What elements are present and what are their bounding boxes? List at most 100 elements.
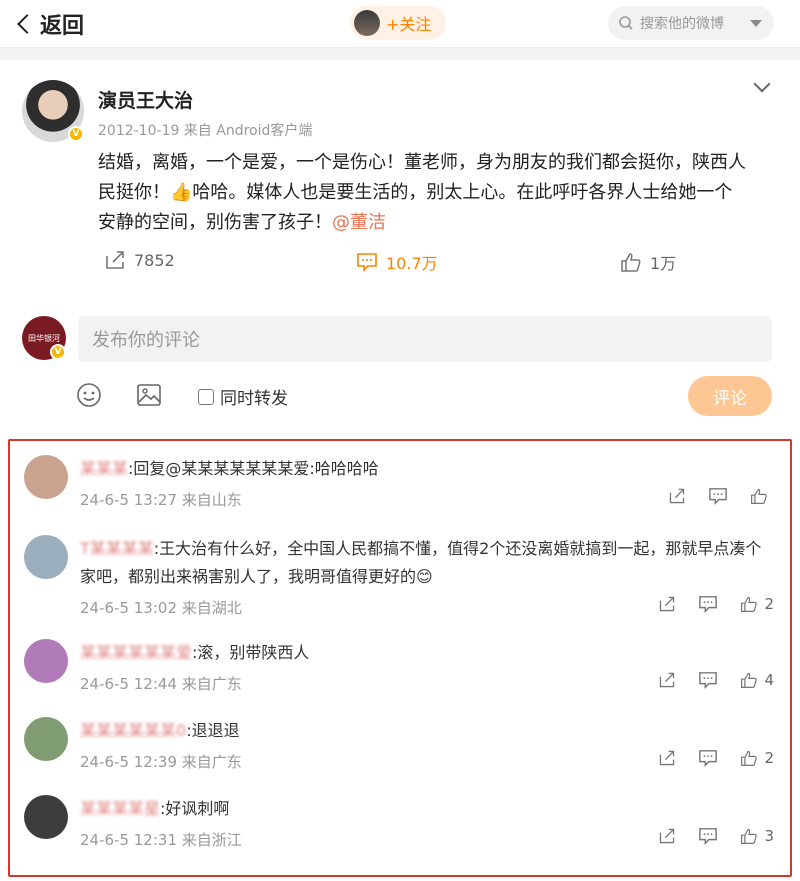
share-icon[interactable] <box>658 671 676 689</box>
back-label: 返回 <box>40 14 85 39</box>
follow-button[interactable]: +关注 <box>350 6 446 40</box>
comment-actions: 3 <box>658 827 774 845</box>
search-icon <box>619 16 633 30</box>
like-button[interactable]: 1万 <box>620 250 676 274</box>
comment-like-count: 4 <box>764 671 774 689</box>
repost-count: 7852 <box>134 250 175 270</box>
comment-input[interactable]: 发布你的评论 <box>78 316 772 362</box>
post-text: 结婚，离婚，一个是爱，一个是伤心！董老师，身为朋友的我们都会挺你，陕西人 民挺你… <box>98 148 778 238</box>
comment-icon[interactable] <box>698 749 718 767</box>
post-text-line: 安静的空间，别伤害了孩子！@董洁 <box>98 208 778 238</box>
follow-label: +关注 <box>386 15 432 34</box>
comment-text: 某某某某某某0:退退退 <box>80 717 780 745</box>
comment-text: 某某某某某某爱:滚，别带陕西人 <box>80 639 780 667</box>
search-input[interactable]: 搜索他的微博 <box>608 6 774 40</box>
share-icon[interactable] <box>658 749 676 767</box>
post-meta: 2012-10-19 来自 Android客户端 <box>98 123 313 139</box>
comment-icon <box>357 253 377 272</box>
comment-time: 24-6-5 12:31 来自浙江 <box>80 831 242 849</box>
thumbs-up-icon <box>621 253 641 272</box>
back-chevron-icon <box>17 14 37 34</box>
author-mini-avatar <box>354 10 380 36</box>
post-menu-chevron-icon[interactable] <box>753 75 771 93</box>
comment-like-button[interactable]: 2 <box>740 749 774 767</box>
commenter-avatar[interactable] <box>24 717 68 761</box>
comment-icon[interactable] <box>698 827 718 845</box>
comment-time: 24-6-5 12:44 来自广东 <box>80 675 242 693</box>
repost-label: 同时转发 <box>220 389 288 409</box>
comment-count: 10.7万 <box>386 254 438 273</box>
checkbox-icon[interactable] <box>198 388 214 405</box>
commenter-avatar[interactable] <box>24 455 68 499</box>
comment-text: 某某某某星:好讽刺啊 <box>80 795 780 823</box>
comment-text: 某某某:回复@某某某某某某某爱:哈哈哈哈 <box>80 455 780 483</box>
commenter-name[interactable]: T某某某某 <box>80 539 154 558</box>
comment-icon[interactable] <box>708 487 728 505</box>
comment-like-button[interactable]: 3 <box>740 827 774 845</box>
comment-text: T某某某某:王大治有什么好，全中国人民都搞不懂，值得2个还没离婚就搞到一起，那就… <box>80 535 780 591</box>
comment-actions: 2 <box>658 595 774 613</box>
commenter-name[interactable]: 某某某 <box>80 459 128 478</box>
comment-composer: 田华银河 V 发布你的评论 同时转发 评论 <box>0 300 800 430</box>
commenter-avatar[interactable] <box>24 535 68 579</box>
thumbs-up-icon <box>741 672 758 688</box>
comment-like-button[interactable]: 2 <box>740 595 774 613</box>
post-text-segment: 安静的空间，别伤害了孩子！ <box>98 212 332 233</box>
comment-like-count: 2 <box>764 595 774 613</box>
repost-button[interactable]: 7852 <box>104 250 175 270</box>
thumbs-up-icon <box>751 488 767 504</box>
share-icon[interactable] <box>658 827 676 845</box>
post-text-line: 民挺你！👍哈哈。媒体人也是要生活的，别太上心。在此呼吁各界人士给她一个 <box>98 178 778 208</box>
search-placeholder: 搜索他的微博 <box>640 16 724 32</box>
author-name[interactable]: 演员王大治 <box>98 86 193 113</box>
share-icon[interactable] <box>668 487 686 505</box>
weibo-post: V 演员王大治 2012-10-19 来自 Android客户端 结婚，离婚，一… <box>0 60 800 300</box>
mention-link[interactable]: @董洁 <box>332 212 386 233</box>
comment-body: :回复@某某某某某某某爱:哈哈哈哈 <box>128 459 379 478</box>
top-bar: 返回 +关注 搜索他的微博 <box>0 0 800 48</box>
comment-text-line: T某某某某:王大治有什么好，全中国人民都搞不懂，值得2个还没离婚就搞到一起，那就… <box>80 535 780 563</box>
dropdown-caret-icon[interactable] <box>750 20 762 27</box>
share-icon[interactable] <box>658 595 676 613</box>
thumbs-up-icon <box>741 750 758 766</box>
back-button[interactable]: 返回 <box>14 8 84 40</box>
submit-comment-button[interactable]: 评论 <box>688 376 772 416</box>
verified-badge-icon: V <box>68 126 84 142</box>
repost-checkbox[interactable]: 同时转发 <box>198 384 318 409</box>
comment-icon[interactable] <box>698 671 718 689</box>
commenter-name[interactable]: 某某某某星 <box>80 799 160 818</box>
comment-like-button[interactable]: 4 <box>740 671 774 689</box>
comment-body: :滚，别带陕西人 <box>192 643 310 662</box>
post-text-segment: 民挺你！ <box>98 182 170 203</box>
comment-like-count: 2 <box>764 749 774 767</box>
comment-body-cont: 家吧，都别出来祸害别人了，我明哥值得更好的😊 <box>80 567 433 586</box>
comment-time: 24-6-5 12:39 来自广东 <box>80 753 242 771</box>
commenter-avatar[interactable] <box>24 639 68 683</box>
commenter-name[interactable]: 某某某某某某0 <box>80 721 186 740</box>
comment-actions: 4 <box>658 671 774 689</box>
post-text-line: 结婚，离婚，一个是爱，一个是伤心！董老师，身为朋友的我们都会挺你，陕西人 <box>98 152 746 173</box>
comment-like-button[interactable] <box>750 487 774 505</box>
comment-icon[interactable] <box>698 595 718 613</box>
like-count: 1万 <box>650 254 677 273</box>
post-text-segment: 哈哈。媒体人也是要生活的，别太上心。在此呼吁各界人士给她一个 <box>192 182 733 203</box>
share-icon <box>106 251 124 269</box>
commenter-avatar[interactable] <box>24 795 68 839</box>
comment-actions <box>668 487 774 505</box>
thumbs-up-emoji-icon: 👍 <box>170 182 193 203</box>
thumbs-up-icon <box>741 596 758 612</box>
section-divider <box>0 48 800 60</box>
comment-time: 24-6-5 13:02 来自湖北 <box>80 599 242 617</box>
commenter-name[interactable]: 某某某某某某爱 <box>80 643 192 662</box>
image-icon[interactable] <box>136 382 162 408</box>
comment-time: 24-6-5 13:27 来自山东 <box>80 491 242 509</box>
verified-badge-icon: V <box>50 344 66 360</box>
submit-label: 评论 <box>713 388 747 409</box>
comment-actions: 2 <box>658 749 774 767</box>
comment-body: :退退退 <box>186 721 240 740</box>
comment-placeholder: 发布你的评论 <box>92 330 200 351</box>
post-actions: 7852 10.7万 1万 <box>0 250 800 280</box>
comment-button[interactable]: 10.7万 <box>356 250 438 274</box>
emoji-icon[interactable] <box>76 382 102 408</box>
thumbs-up-icon <box>741 828 758 844</box>
